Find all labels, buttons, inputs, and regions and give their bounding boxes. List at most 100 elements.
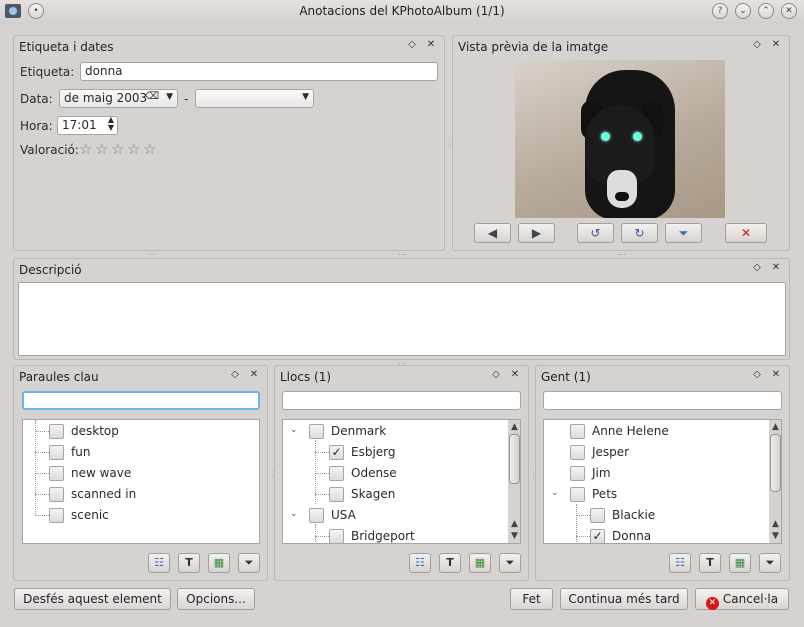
rating-star-icon[interactable]: ☆ [111,142,126,157]
float-icon[interactable]: ◇ [751,369,763,381]
minimize-icon[interactable]: ⌄ [735,3,751,19]
checkbox[interactable] [49,445,64,460]
clear-date-icon[interactable]: ⌫ [145,91,159,102]
checkbox[interactable] [329,487,344,502]
close-window-icon[interactable]: ✕ [781,3,797,19]
chevron-down-icon[interactable]: ⌄ [290,425,298,435]
list-item[interactable]: scenic [23,505,243,526]
checkbox[interactable] [329,466,344,481]
filter-list-button[interactable]: ⏷ [238,553,260,573]
float-icon[interactable]: ◇ [751,39,763,51]
checkbox[interactable]: ✓ [590,529,605,543]
date-sort-button[interactable]: ▦ [208,553,230,573]
scroll-up-icon[interactable]: ▲ [769,518,781,530]
sort-button[interactable]: ☷ [148,553,170,573]
scroll-up-icon[interactable]: ▲ [769,421,781,433]
list-item[interactable]: new wave [23,463,243,484]
checkbox[interactable] [49,487,64,502]
chevron-down-icon[interactable]: ⌄ [290,509,298,519]
cancel-button[interactable]: ✕ Cancel·la [695,588,789,610]
list-item[interactable]: desktop [23,421,243,442]
checkbox[interactable] [570,487,585,502]
date-sort-button[interactable]: ▦ [469,553,491,573]
options-button[interactable]: Opcions... [177,588,255,610]
close-panel-icon[interactable]: ✕ [770,369,782,381]
date-start-combo[interactable]: de maig 2003 ⌫ ▼ [59,89,178,108]
spin-arrows-icon[interactable]: ▲ ▼ [108,116,114,132]
sort-button[interactable]: ☷ [409,553,431,573]
scrollbar-thumb[interactable] [770,434,781,492]
filter-button[interactable]: ⏷ [665,223,702,243]
date-end-combo[interactable]: ▼ [195,89,314,108]
rotate-right-button[interactable]: ↻ [621,223,658,243]
alpha-sort-button[interactable]: T [699,553,721,573]
close-panel-icon[interactable]: ✕ [770,39,782,51]
alpha-sort-button[interactable]: T [178,553,200,573]
tree-item[interactable]: ✓ Donna [544,526,766,543]
float-icon[interactable]: ◇ [406,39,418,51]
tree-item[interactable]: Jim [544,463,766,484]
checkbox[interactable] [49,424,64,439]
filter-list-button[interactable]: ⏷ [499,553,521,573]
tree-item[interactable]: Anne Helene [544,421,766,442]
alpha-sort-button[interactable]: T [439,553,461,573]
label-input[interactable]: donna [80,62,438,81]
date-sort-button[interactable]: ▦ [729,553,751,573]
checkbox[interactable] [309,424,324,439]
keywords-search-input[interactable] [22,391,260,410]
rating-star-icon[interactable]: ☆ [79,142,94,157]
checkbox[interactable] [309,508,324,523]
people-scrollbar[interactable]: ▲ ▲ ▼ [769,420,781,543]
scrollbar-thumb[interactable] [509,434,520,484]
checkbox[interactable] [570,466,585,481]
close-panel-icon[interactable]: ✕ [770,262,782,274]
tree-item[interactable]: Jesper [544,442,766,463]
filter-list-button[interactable]: ⏷ [759,553,781,573]
delete-image-button[interactable]: ✕ [725,223,767,243]
tree-item[interactable]: Odense [283,463,505,484]
description-textarea[interactable] [18,282,786,356]
close-panel-icon[interactable]: ✕ [509,369,521,381]
people-search-input[interactable] [543,391,782,410]
chevron-down-icon[interactable]: ⌄ [551,488,559,498]
splitter-handle[interactable]: ⋮ [446,140,454,149]
checkbox[interactable] [570,445,585,460]
places-search-input[interactable] [282,391,521,410]
scroll-down-icon[interactable]: ▼ [508,530,520,542]
time-spinbox[interactable]: 17:01 ▲ ▼ [57,116,118,135]
tree-item[interactable]: ✓ Esbjerg [283,442,505,463]
next-image-button[interactable]: ▶ [518,223,555,243]
rating-star-icon[interactable]: ☆ [95,142,110,157]
float-icon[interactable]: ◇ [751,262,763,274]
tree-item[interactable]: Blackie [544,505,766,526]
checkbox[interactable] [49,508,64,523]
scroll-up-icon[interactable]: ▲ [508,421,520,433]
scroll-up-icon[interactable]: ▲ [508,518,520,530]
tree-item[interactable]: ⌄ Denmark [283,421,505,442]
undo-item-button[interactable]: Desfés aquest element [14,588,171,610]
list-item[interactable]: scanned in [23,484,243,505]
tree-item[interactable]: Bridgeport [283,526,505,543]
maximize-icon[interactable]: ⌃ [758,3,774,19]
rotate-left-button[interactable]: ↺ [577,223,614,243]
list-item[interactable]: fun [23,442,243,463]
continue-later-button[interactable]: Continua més tard [560,588,688,610]
rating-star-icon[interactable]: ☆ [143,142,158,157]
sort-button[interactable]: ☷ [669,553,691,573]
help-icon[interactable]: ? [712,3,728,19]
float-icon[interactable]: ◇ [490,369,502,381]
checkbox[interactable] [570,424,585,439]
tree-item[interactable]: ⌄ Pets [544,484,766,505]
previous-image-button[interactable]: ◀ [474,223,511,243]
checkbox[interactable] [329,529,344,543]
tree-item[interactable]: ⌄ USA [283,505,505,526]
scroll-down-icon[interactable]: ▼ [769,530,781,542]
close-panel-icon[interactable]: ✕ [248,369,260,381]
float-icon[interactable]: ◇ [229,369,241,381]
places-scrollbar[interactable]: ▲ ▲ ▼ [508,420,520,543]
checkbox[interactable] [49,466,64,481]
close-panel-icon[interactable]: ✕ [425,39,437,51]
done-button[interactable]: Fet [510,588,553,610]
tree-item[interactable]: Skagen [283,484,505,505]
rating-star-icon[interactable]: ☆ [127,142,142,157]
